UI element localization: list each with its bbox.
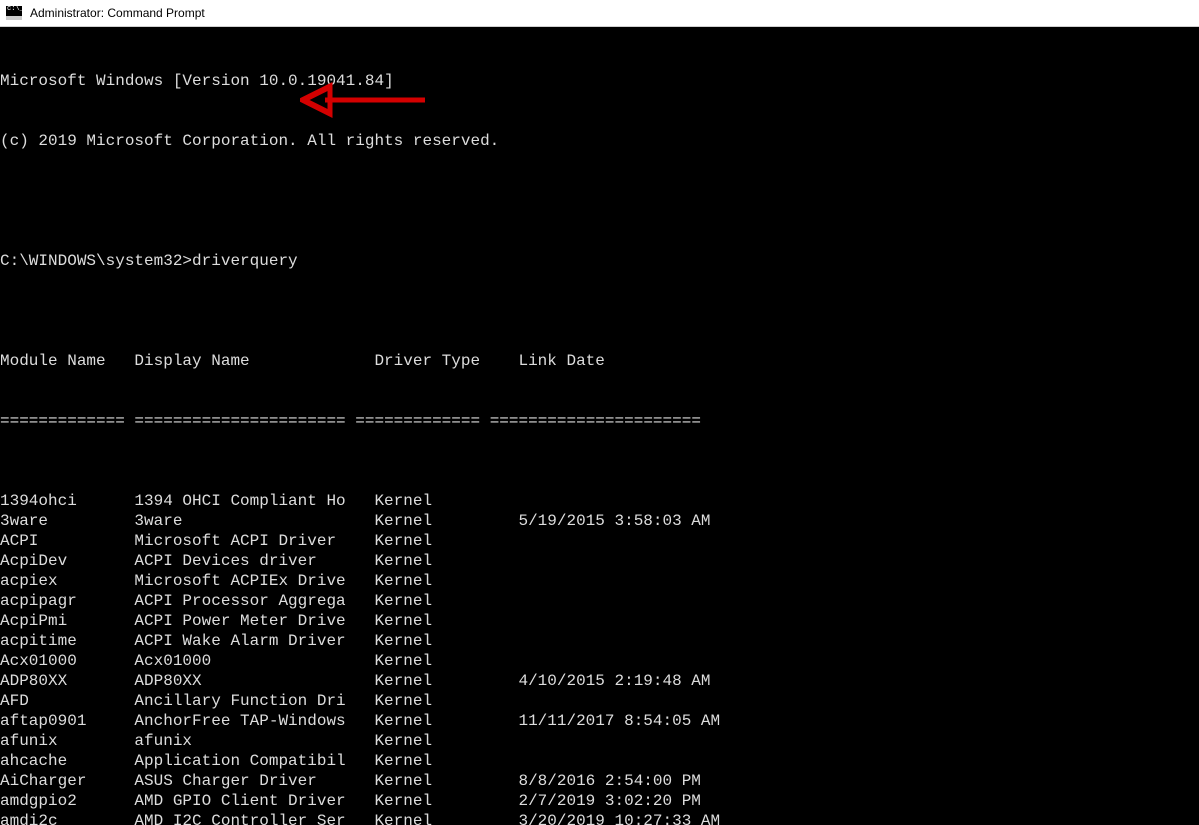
table-header-row: Module NameDisplay NameDriver TypeLink D…: [0, 351, 1199, 371]
table-row: ACPIMicrosoft ACPI DriverKernel: [0, 531, 1199, 551]
table-row: afunixafunixKernel: [0, 731, 1199, 751]
table-row: AiChargerASUS Charger DriverKernel8/8/20…: [0, 771, 1199, 791]
prompt-line: C:\WINDOWS\system32>driverquery: [0, 251, 1199, 271]
table-header-rule: ============= ====================== ===…: [0, 411, 1199, 431]
banner-line-1: Microsoft Windows [Version 10.0.19041.84…: [0, 71, 1199, 91]
table-row: acpitimeACPI Wake Alarm DriverKernel: [0, 631, 1199, 651]
table-row: AcpiPmiACPI Power Meter DriveKernel: [0, 611, 1199, 631]
table-body: 1394ohci1394 OHCI Compliant HoKernel3war…: [0, 491, 1199, 825]
table-row: AcpiDevACPI Devices driverKernel: [0, 551, 1199, 571]
table-row: Acx01000Acx01000Kernel: [0, 651, 1199, 671]
col-module-name: Module Name: [0, 351, 134, 371]
table-row: aftap0901AnchorFree TAP-WindowsKernel11/…: [0, 711, 1199, 731]
terminal-area[interactable]: Microsoft Windows [Version 10.0.19041.84…: [0, 27, 1199, 825]
col-link-date: Link Date: [518, 351, 604, 371]
window-title: Administrator: Command Prompt: [30, 6, 205, 20]
banner-line-2: (c) 2019 Microsoft Corporation. All righ…: [0, 131, 1199, 151]
prompt-path: C:\WINDOWS\system32>: [0, 252, 192, 270]
col-driver-type: Driver Type: [374, 351, 518, 371]
table-row: ADP80XXADP80XXKernel4/10/2015 2:19:48 AM: [0, 671, 1199, 691]
table-row: amdgpio2AMD GPIO Client DriverKernel2/7/…: [0, 791, 1199, 811]
table-row: acpiexMicrosoft ACPIEx DriveKernel: [0, 571, 1199, 591]
table-row: 1394ohci1394 OHCI Compliant HoKernel: [0, 491, 1199, 511]
cmd-icon: [6, 6, 22, 20]
col-display-name: Display Name: [134, 351, 374, 371]
titlebar[interactable]: Administrator: Command Prompt: [0, 0, 1199, 27]
table-row: acpipagrACPI Processor AggregaKernel: [0, 591, 1199, 611]
table-row: AFDAncillary Function DriKernel: [0, 691, 1199, 711]
table-row: 3ware3wareKernel5/19/2015 3:58:03 AM: [0, 511, 1199, 531]
typed-command: driverquery: [192, 252, 298, 270]
table-row: amdi2cAMD I2C Controller SerKernel3/20/2…: [0, 811, 1199, 825]
table-row: ahcacheApplication CompatibilKernel: [0, 751, 1199, 771]
